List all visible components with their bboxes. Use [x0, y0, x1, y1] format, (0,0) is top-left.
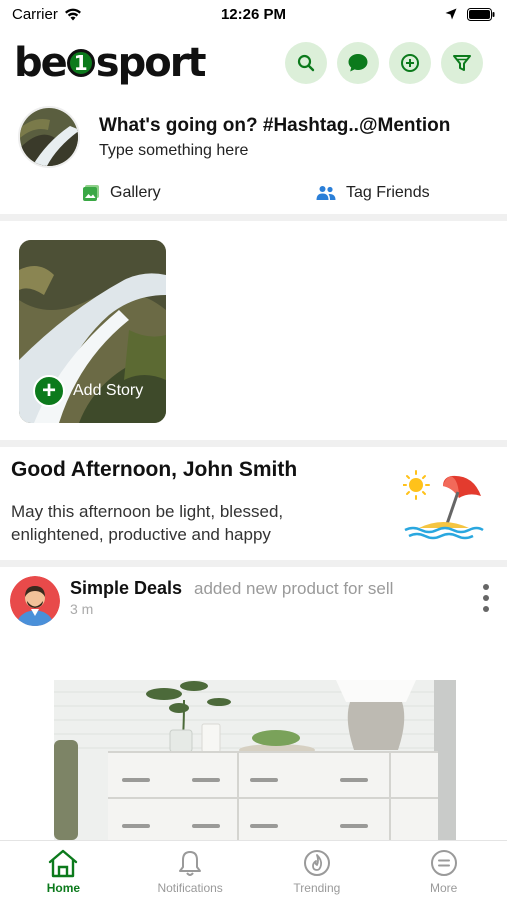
- post-more-button[interactable]: [481, 584, 491, 612]
- tab-notifications-label: Notifications: [157, 881, 223, 895]
- flame-icon: [303, 850, 330, 876]
- chat-icon: [348, 54, 368, 72]
- greeting-message: May this afternoon be light, blessed, en…: [11, 502, 284, 544]
- gallery-icon: [83, 185, 99, 201]
- greeting-title: Good Afternoon, John Smith: [11, 458, 298, 481]
- home-icon: [49, 849, 78, 878]
- app-logo[interactable]: be 1 sport: [14, 40, 207, 86]
- status-left: Carrier: [12, 6, 82, 23]
- post-author-name[interactable]: Simple Deals: [70, 578, 182, 599]
- user-avatar-image: [20, 108, 78, 166]
- composer-title[interactable]: What's going on? #Hashtag..@Mention: [99, 115, 450, 137]
- section-divider: [0, 214, 507, 221]
- greeting-card: Good Afternoon, John Smith May this afte…: [0, 448, 507, 558]
- app-header: be 1 sport: [0, 38, 507, 88]
- location-arrow-icon: [445, 8, 457, 20]
- post-product-image[interactable]: [54, 680, 456, 840]
- add-story-card[interactable]: + Add Story: [19, 240, 166, 423]
- logo-badge: 1: [66, 49, 95, 77]
- gallery-label: Gallery: [110, 184, 161, 201]
- post-composer: What's going on? #Hashtag..@Mention Type…: [0, 104, 507, 214]
- status-right: [445, 7, 495, 21]
- composer-input[interactable]: Type something here: [99, 142, 248, 160]
- add-story-action[interactable]: + Add Story: [33, 375, 143, 407]
- dot: [483, 584, 489, 590]
- battery-icon: [467, 7, 495, 21]
- tab-notifications[interactable]: Notifications: [127, 841, 254, 900]
- tab-trending[interactable]: Trending: [254, 841, 381, 900]
- tab-more[interactable]: More: [380, 841, 507, 900]
- menu-icon: [430, 850, 457, 876]
- section-divider: [0, 440, 507, 447]
- logo-text-be: be: [14, 40, 68, 86]
- add-story-label: Add Story: [73, 382, 144, 399]
- dresser-photo: [54, 680, 456, 840]
- feed-post: Simple Deals added new product for sell …: [0, 566, 507, 840]
- tab-trending-label: Trending: [293, 881, 341, 895]
- add-circle-icon: [401, 54, 419, 72]
- tab-home[interactable]: Home: [0, 841, 127, 900]
- tab-more-label: More: [429, 881, 458, 895]
- user-avatar[interactable]: [18, 106, 80, 168]
- create-post-button[interactable]: [389, 42, 431, 84]
- filter-icon: [453, 55, 471, 71]
- author-avatar-image: [10, 576, 60, 626]
- gallery-button[interactable]: Gallery: [82, 184, 161, 202]
- logo-text-sport: sport: [95, 40, 207, 86]
- status-bar: Carrier 12:26 PM: [0, 0, 507, 28]
- tab-home-label: Home: [46, 881, 81, 895]
- post-action-text: added new product for sell: [194, 579, 394, 598]
- post-author-avatar[interactable]: [10, 576, 60, 626]
- dot: [483, 606, 489, 612]
- bell-icon: [179, 851, 202, 876]
- bottom-tab-bar: Home Notifications Trending More: [0, 840, 507, 900]
- beach-umbrella-icon: [403, 470, 484, 540]
- filter-button[interactable]: [441, 42, 483, 84]
- people-icon: [316, 186, 336, 200]
- dot: [483, 595, 489, 601]
- tag-friends-label: Tag Friends: [346, 184, 430, 201]
- chat-button[interactable]: [337, 42, 379, 84]
- post-timestamp: 3 m: [70, 601, 94, 617]
- carrier-label: Carrier: [12, 5, 58, 23]
- wifi-icon: [64, 8, 81, 20]
- composer-actions: Gallery Tag Friends: [0, 184, 507, 208]
- tag-friends-button[interactable]: Tag Friends: [316, 184, 430, 202]
- search-icon: [297, 54, 315, 72]
- plus-icon: +: [33, 375, 65, 407]
- header-actions: [285, 42, 483, 84]
- search-button[interactable]: [285, 42, 327, 84]
